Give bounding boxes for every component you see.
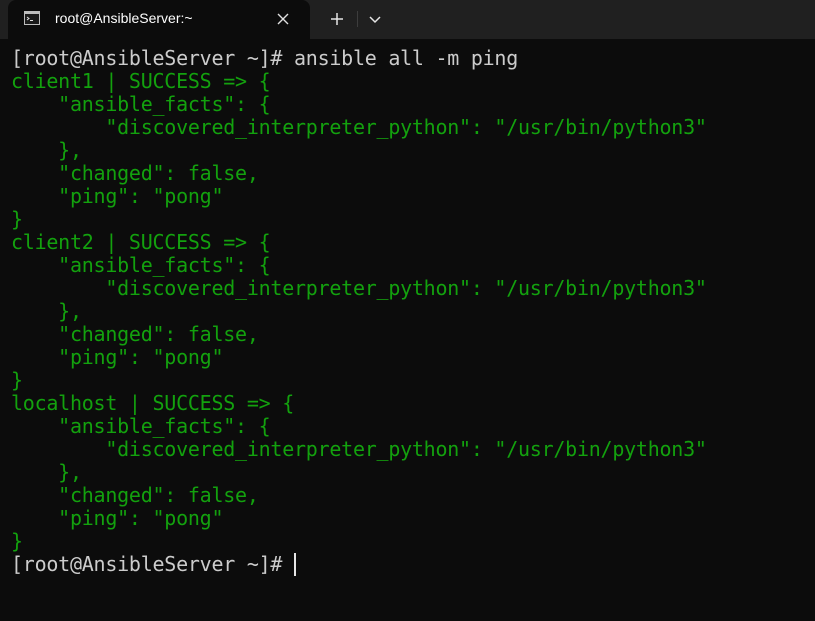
output-line: client2 | SUCCESS => { <box>11 230 271 254</box>
output-line: localhost | SUCCESS => { <box>11 391 294 415</box>
close-icon[interactable] <box>274 10 292 28</box>
tab-separator <box>357 11 358 27</box>
output-line: } <box>11 368 23 392</box>
output-line: "ansible_facts": { <box>11 414 271 438</box>
prompt-command-line: [root@AnsibleServer ~]# ansible all -m p… <box>11 46 519 70</box>
output-line: } <box>11 529 23 553</box>
output-line: } <box>11 207 23 231</box>
output-line: "changed": false, <box>11 161 259 185</box>
final-prompt-line: [root@AnsibleServer ~]# <box>11 553 815 576</box>
text-cursor <box>294 553 297 576</box>
output-line: }, <box>11 460 82 484</box>
output-line: "ansible_facts": { <box>11 253 271 277</box>
tab-title: root@AnsibleServer:~ <box>55 10 193 26</box>
output-line: client1 | SUCCESS => { <box>11 69 271 93</box>
terminal-output[interactable]: [root@AnsibleServer ~]# ansible all -m p… <box>11 47 815 576</box>
output-line: "discovered_interpreter_python": "/usr/b… <box>11 276 707 300</box>
tab-bar: root@AnsibleServer:~ <box>0 0 815 39</box>
output-line: "ping": "pong" <box>11 345 224 369</box>
terminal-window: root@AnsibleServer:~ [root@AnsibleServer… <box>0 0 815 621</box>
output-line: "ping": "pong" <box>11 506 224 530</box>
terminal-icon <box>24 11 40 25</box>
output-line: "discovered_interpreter_python": "/usr/b… <box>11 115 707 139</box>
output-line: "ping": "pong" <box>11 184 224 208</box>
output-line: "changed": false, <box>11 322 259 346</box>
output-line: "changed": false, <box>11 483 259 507</box>
tab-root-ansibleserver[interactable]: root@AnsibleServer:~ <box>8 0 310 39</box>
output-line: "ansible_facts": { <box>11 92 271 116</box>
output-line: }, <box>11 138 82 162</box>
chevron-down-icon[interactable] <box>362 7 388 31</box>
plus-icon[interactable] <box>323 7 351 31</box>
output-line: "discovered_interpreter_python": "/usr/b… <box>11 437 707 461</box>
final-prompt: [root@AnsibleServer ~]# <box>11 552 283 576</box>
output-line: }, <box>11 299 82 323</box>
